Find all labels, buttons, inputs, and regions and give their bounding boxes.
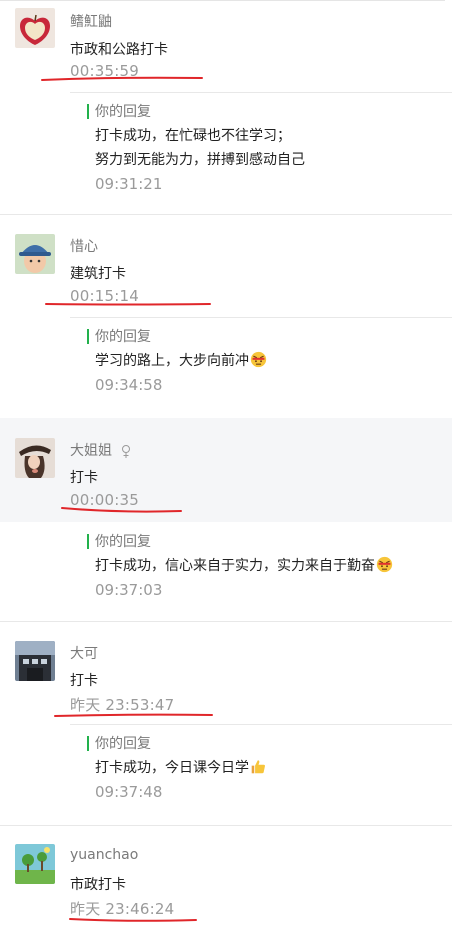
avatar[interactable] — [15, 8, 55, 48]
red-underline — [61, 507, 182, 513]
reply-bar — [87, 534, 89, 549]
reply-time: 09:34:58 — [95, 376, 163, 394]
reply-bar — [87, 104, 89, 119]
username[interactable]: yuanchao — [70, 847, 138, 863]
post-divider — [0, 621, 452, 622]
reply-bar — [87, 329, 89, 344]
reply-text: 努力到无能为力，拼搏到感动自己 — [95, 152, 305, 168]
reply-text: 打卡成功，今日课今日学 — [95, 756, 267, 780]
determined-face-emoji — [376, 556, 393, 573]
post-text: 市政和公路打卡 — [70, 42, 168, 58]
username[interactable]: 鳍魟鼬 — [70, 11, 112, 31]
female-icon — [122, 445, 130, 458]
post-text: 打卡 — [70, 673, 98, 689]
reply-text: 打卡成功，在忙碌也不往学习； — [95, 128, 291, 144]
post-text: 建筑打卡 — [70, 266, 126, 282]
avatar[interactable] — [15, 844, 55, 884]
reply-text: 学习的路上，大步向前冲 — [95, 349, 267, 373]
post-text: 打卡 — [70, 470, 98, 486]
reply-time: 09:37:48 — [95, 783, 163, 801]
avatar[interactable] — [15, 438, 55, 478]
determined-face-emoji — [250, 351, 267, 368]
top-divider — [0, 0, 445, 1]
post-divider — [0, 825, 452, 826]
red-underline — [45, 303, 211, 306]
username[interactable]: 大可 — [70, 643, 98, 663]
reply-label: 你的回复 — [95, 329, 151, 345]
avatar[interactable] — [15, 641, 55, 681]
username[interactable]: 惜心 — [70, 236, 98, 256]
red-underline — [41, 76, 203, 81]
reply-bar — [87, 736, 89, 751]
avatar[interactable] — [15, 234, 55, 274]
red-underline — [54, 713, 213, 717]
reply-time: 09:31:21 — [95, 175, 163, 193]
reply-label: 你的回复 — [95, 104, 151, 120]
username[interactable]: 大姐姐 — [70, 440, 112, 460]
divider — [70, 92, 452, 93]
post-divider — [0, 214, 452, 215]
thumbs-up-emoji — [251, 760, 265, 774]
reply-label: 你的回复 — [95, 736, 151, 752]
post-text: 市政打卡 — [70, 877, 126, 893]
red-underline — [69, 918, 197, 922]
divider — [70, 724, 452, 725]
reply-time: 09:37:03 — [95, 581, 163, 599]
reply-label: 你的回复 — [95, 534, 151, 550]
reply-text: 打卡成功，信心来自于实力，实力来自于勤奋 — [95, 554, 393, 578]
divider — [70, 317, 452, 318]
